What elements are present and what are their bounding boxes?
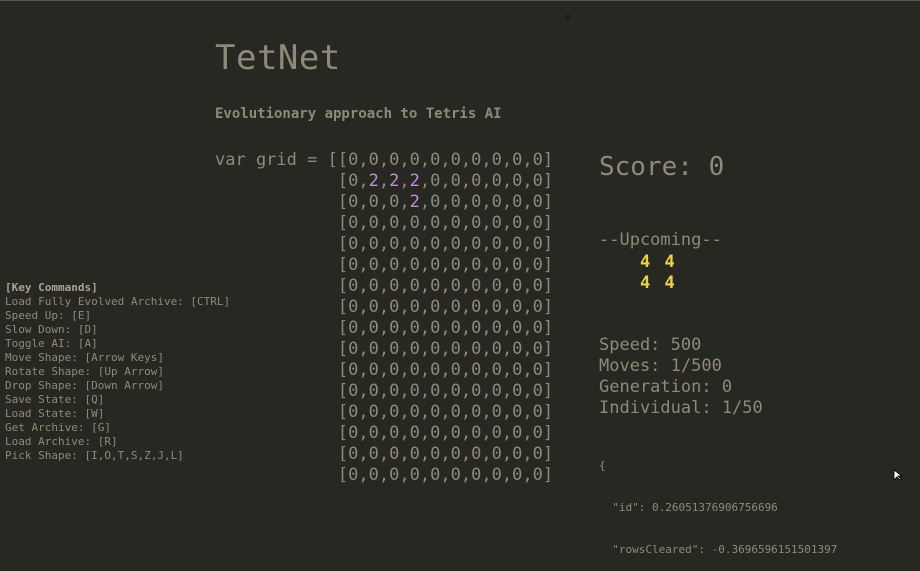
key-command-item: Get Archive: [G] — [5, 421, 111, 434]
grid-row: [0,0,0,0,0,0,0,0,0,0] — [337, 402, 554, 422]
page-title: TetNet — [215, 38, 341, 78]
upcoming-label: --Upcoming-- — [599, 230, 722, 250]
active-cell: 2 — [409, 192, 420, 212]
json-id-line: "id": 0.26051376906756696 — [599, 501, 778, 514]
moves-stat: Moves: 1/500 — [599, 356, 722, 376]
grid-row: [0,0,0,0,0,0,0,0,0,0] — [337, 339, 554, 359]
key-command-item: Load Fully Evolved Archive: [CTRL] — [5, 295, 231, 308]
grid-row: [0,0,0,0,0,0,0,0,0,0] — [337, 318, 554, 338]
active-cell: 2 — [368, 171, 379, 191]
key-command-item: Pick Shape: [I,O,T,S,Z,J,L] — [5, 449, 184, 462]
upcoming-piece-row: 4 4 — [640, 252, 677, 272]
grid-row: [0,0,0,0,0,0,0,0,0,0] — [337, 423, 554, 443]
grid-row: var grid = [[0,0,0,0,0,0,0,0,0,0] — [215, 150, 554, 170]
key-command-item: Move Shape: [Arrow Keys] — [5, 351, 164, 364]
grid-row: [0,0,0,0,0,0,0,0,0,0] — [337, 444, 554, 464]
grid-row: [0,0,0,0,0,0,0,0,0,0] — [337, 255, 554, 275]
key-commands-heading: [Key Commands] — [5, 281, 98, 294]
key-command-item: Save State: [Q] — [5, 393, 105, 406]
stray-character: e — [565, 12, 572, 23]
grid-row: [0,0,0,0,0,0,0,0,0,0] — [337, 234, 554, 254]
key-commands-panel: [Key Commands] Load Fully Evolved Archiv… — [5, 281, 230, 463]
top-border — [0, 0, 920, 1]
game-grid: var grid = [[0,0,0,0,0,0,0,0,0,0] [0,2,2… — [215, 150, 553, 486]
grid-row: [0,0,0,2,0,0,0,0,0,0] — [337, 192, 554, 212]
key-command-item: Load Archive: [R] — [5, 435, 118, 448]
grid-row: [0,0,0,0,0,0,0,0,0,0] — [337, 213, 554, 233]
page-subtitle: Evolutionary approach to Tetris AI — [215, 106, 502, 122]
grid-row: [0,0,0,0,0,0,0,0,0,0] — [337, 276, 554, 296]
upcoming-piece-row: 4 4 — [640, 273, 677, 293]
key-command-item: Rotate Shape: [Up Arrow] — [5, 365, 164, 378]
grid-row: [0,2,2,2,0,0,0,0,0,0] — [337, 171, 554, 191]
active-cell: 2 — [409, 171, 420, 191]
grid-row: [0,0,0,0,0,0,0,0,0,0] — [337, 297, 554, 317]
key-command-item: Slow Down: [D] — [5, 323, 98, 336]
score-display: Score: 0 — [599, 152, 725, 182]
genome-json: { "id": 0.26051376906756696 "rowsCleared… — [599, 431, 837, 571]
generation-stat: Generation: 0 — [599, 377, 733, 397]
active-cell: 2 — [389, 171, 400, 191]
json-rows-cleared-line: "rowsCleared": -0.3696596151501397 — [599, 543, 838, 556]
key-command-item: Toggle AI: [A] — [5, 337, 98, 350]
key-command-item: Drop Shape: [Down Arrow] — [5, 379, 164, 392]
individual-stat: Individual: 1/50 — [599, 398, 763, 418]
key-command-item: Load State: [W] — [5, 407, 105, 420]
json-open-brace: { — [599, 459, 606, 472]
speed-stat: Speed: 500 — [599, 335, 702, 355]
grid-row: [0,0,0,0,0,0,0,0,0,0] — [337, 360, 554, 380]
key-command-item: Speed Up: [E] — [5, 309, 92, 322]
grid-row: [0,0,0,0,0,0,0,0,0,0] — [337, 381, 554, 401]
